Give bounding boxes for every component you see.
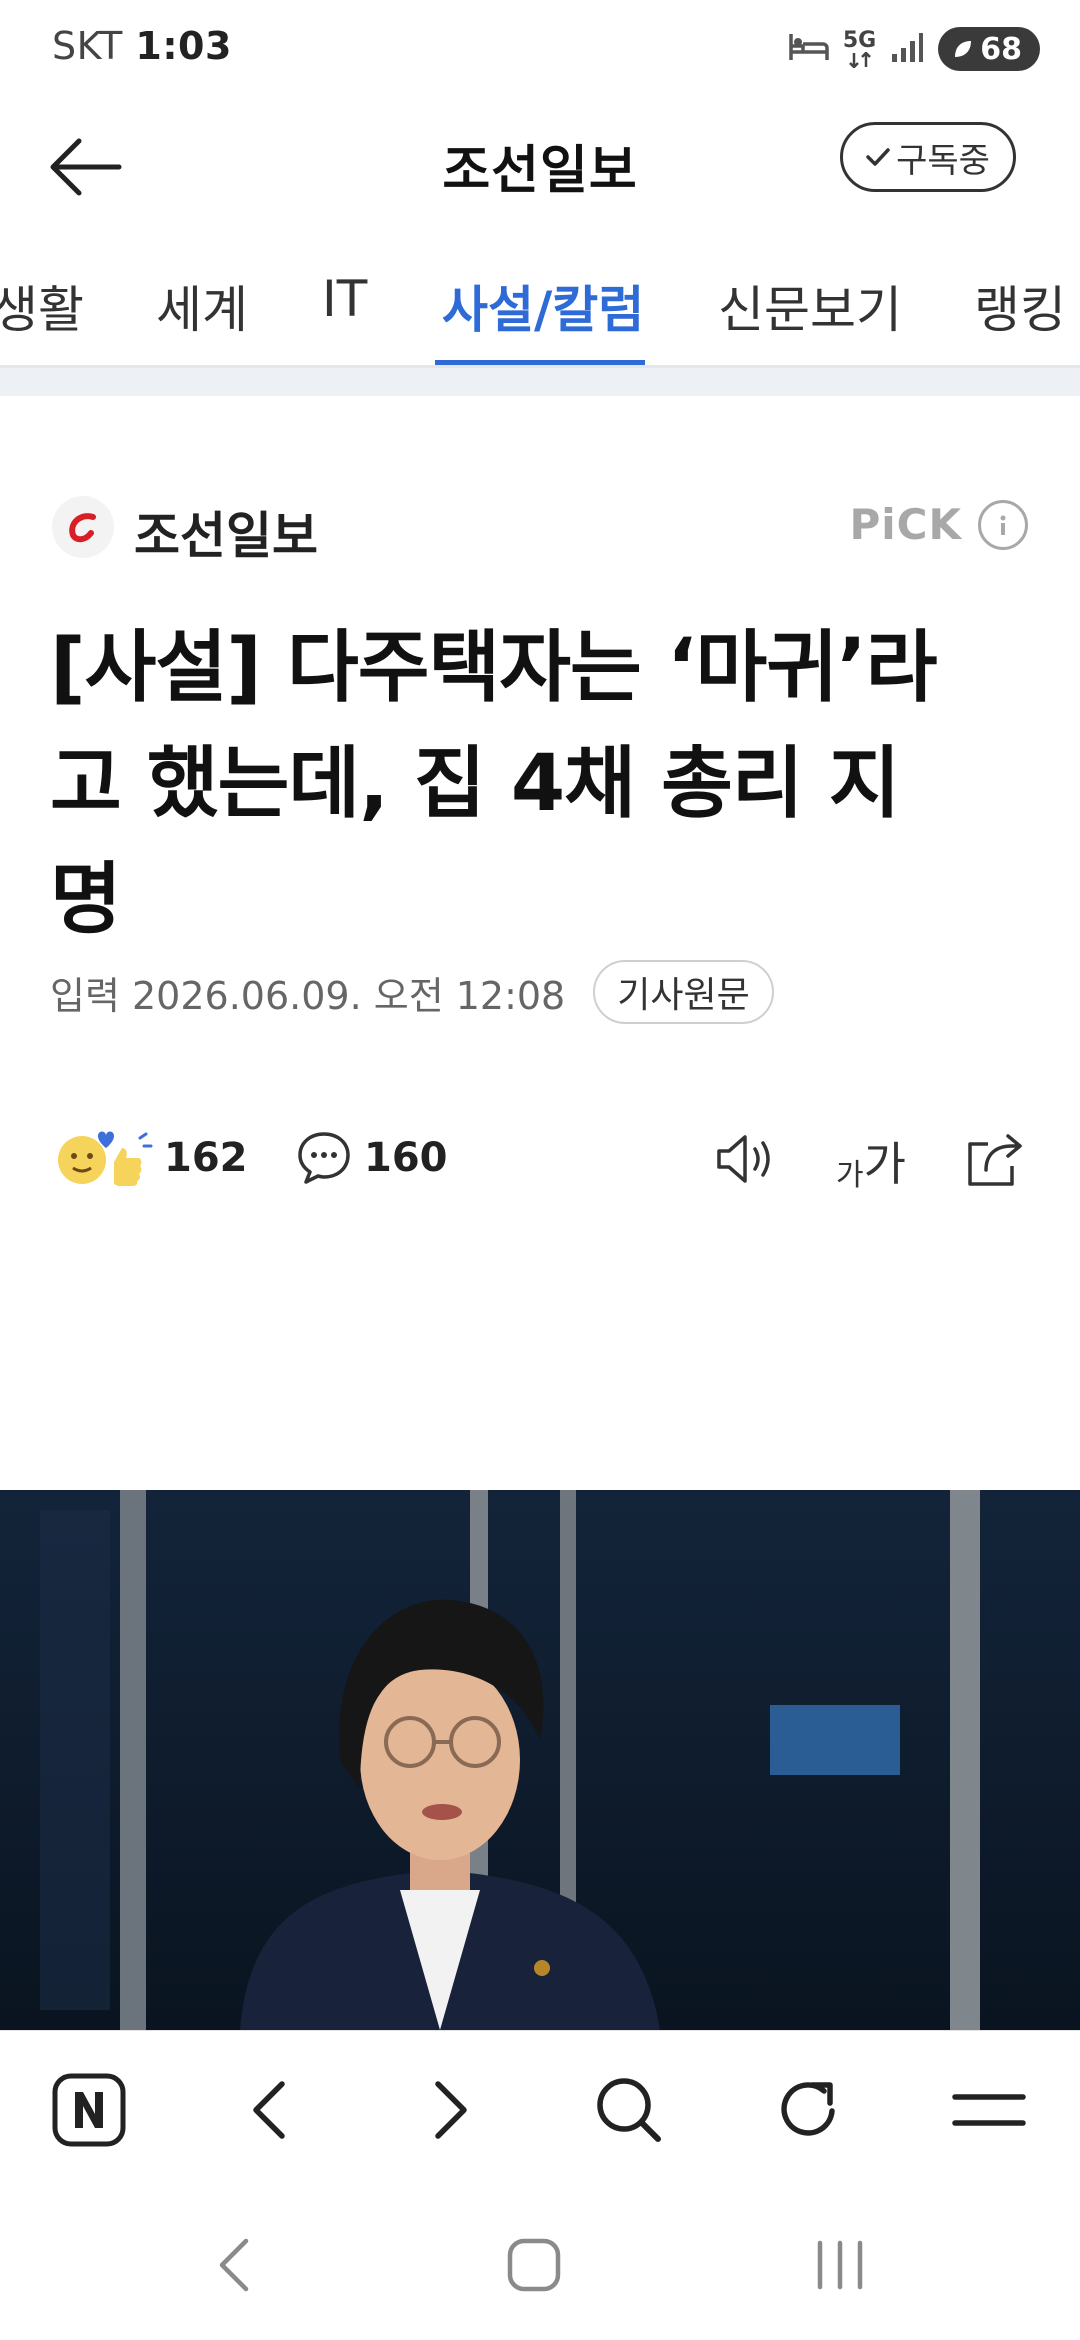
nav-home-icon[interactable] [484, 2220, 584, 2310]
reaction-count: 162 [164, 1135, 248, 1181]
bed-icon [789, 30, 829, 68]
comment-button[interactable]: 160 [296, 1120, 448, 1196]
font-small-label: 가 [836, 1158, 864, 1193]
reaction-emoji-icon [58, 1131, 153, 1186]
chosun-logo-icon [69, 513, 96, 543]
reaction-button[interactable]: 162 [54, 1120, 248, 1196]
pick-badge: PiCK [849, 500, 962, 549]
publisher-logo[interactable] [52, 496, 114, 558]
font-size-icon[interactable]: 가 가 [836, 1124, 906, 1194]
article-headline: [사설] 다주택자는 ‘마귀’라 고 했는데, 집 4채 총리 지 명 [50, 610, 1040, 958]
search-icon[interactable] [584, 2065, 674, 2155]
article-photo-image [0, 1490, 1080, 2030]
back-icon[interactable] [224, 2065, 314, 2155]
forward-icon[interactable] [406, 2065, 496, 2155]
share-icon[interactable] [960, 1124, 1030, 1194]
tab-ranking[interactable]: 랭킹 [974, 270, 1066, 342]
status-bar: SKT 1:03 5G 68 [0, 0, 1080, 100]
menu-icon[interactable] [944, 2065, 1034, 2155]
publish-date: 입력 2026.06.09. 오전 12:08 [50, 973, 566, 1018]
speaker-icon[interactable] [710, 1124, 780, 1194]
battery-icon: 68 [938, 27, 1040, 71]
tab-it[interactable]: IT [322, 270, 367, 328]
status-icons: 5G 68 [789, 26, 1040, 72]
app-header: 조선일보 구독중 [0, 100, 1080, 230]
comment-count: 160 [364, 1135, 448, 1181]
browser-toolbar [0, 2030, 1080, 2190]
tab-world[interactable]: 세계 [156, 270, 248, 342]
system-navigation-bar [0, 2190, 1080, 2340]
font-big-label: 가 [863, 1137, 906, 1191]
publisher-name[interactable]: 조선일보 [134, 496, 318, 568]
section-separator [0, 368, 1080, 396]
subscribe-label: 구독중 [896, 140, 990, 181]
comment-icon [298, 1132, 350, 1184]
5g-icon: 5G [843, 30, 876, 68]
nav-back-icon[interactable] [184, 2220, 284, 2310]
original-article-button[interactable]: 기사원문 [593, 960, 774, 1024]
headline-line: [사설] 다주택자는 ‘마귀’라 [50, 623, 937, 713]
carrier-name: SKT [52, 24, 123, 68]
tab-life[interactable]: 생활 [0, 270, 84, 342]
naver-home-icon[interactable] [44, 2065, 134, 2155]
signal-icon [890, 30, 924, 68]
nav-recents-icon[interactable] [790, 2220, 890, 2310]
check-icon [866, 148, 890, 166]
tab-newspaper[interactable]: 신문보기 [718, 270, 902, 342]
status-time: 1:03 [135, 24, 232, 68]
headline-line: 명 [50, 855, 122, 945]
article-photo[interactable] [0, 1490, 1080, 2030]
battery-level: 68 [980, 31, 1022, 67]
status-carrier: SKT 1:03 [52, 24, 232, 68]
tab-editorial-column[interactable]: 사설/칼럼 [442, 270, 644, 342]
article-meta: 입력 2026.06.09. 오전 12:08 기사원문 [50, 960, 774, 1024]
info-icon[interactable] [978, 500, 1028, 550]
subscribe-button[interactable]: 구독중 [840, 122, 1016, 192]
refresh-icon[interactable] [764, 2065, 854, 2155]
headline-line: 고 했는데, 집 4채 총리 지 [50, 739, 901, 829]
category-tabs: 생활 세계 IT 사설/칼럼 신문보기 랭킹 [0, 230, 1080, 370]
